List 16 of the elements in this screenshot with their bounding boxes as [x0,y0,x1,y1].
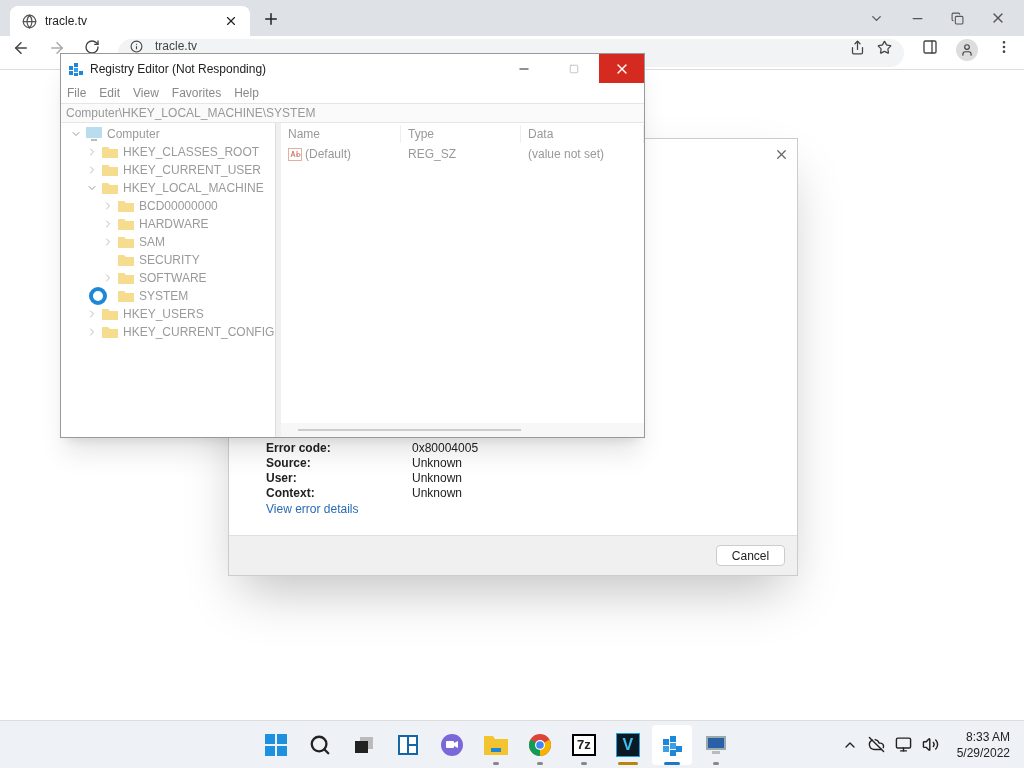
detail-label: Source: [266,454,312,472]
detail-value: Unknown [412,454,463,472]
window-title: Registry Editor (Not Responding) [90,60,268,78]
detail-label: Error code: [266,439,332,457]
tab-title: tracle.tv [45,13,88,30]
detail-label: Context: [266,484,316,502]
app-icon: 7z [571,733,596,756]
detail-label: User: [266,469,298,487]
address-text: tracle.tv [155,40,197,53]
app-icon: V [615,732,640,757]
table-cell-text: (value not set) [527,146,605,163]
detail-value: Unknown [412,469,463,487]
detail-value: Unknown [412,484,463,502]
detail-value: 0x80004005 [412,439,479,457]
table-cell-text: (Default) [305,146,351,163]
table-cell-text: REG_SZ [407,146,457,163]
